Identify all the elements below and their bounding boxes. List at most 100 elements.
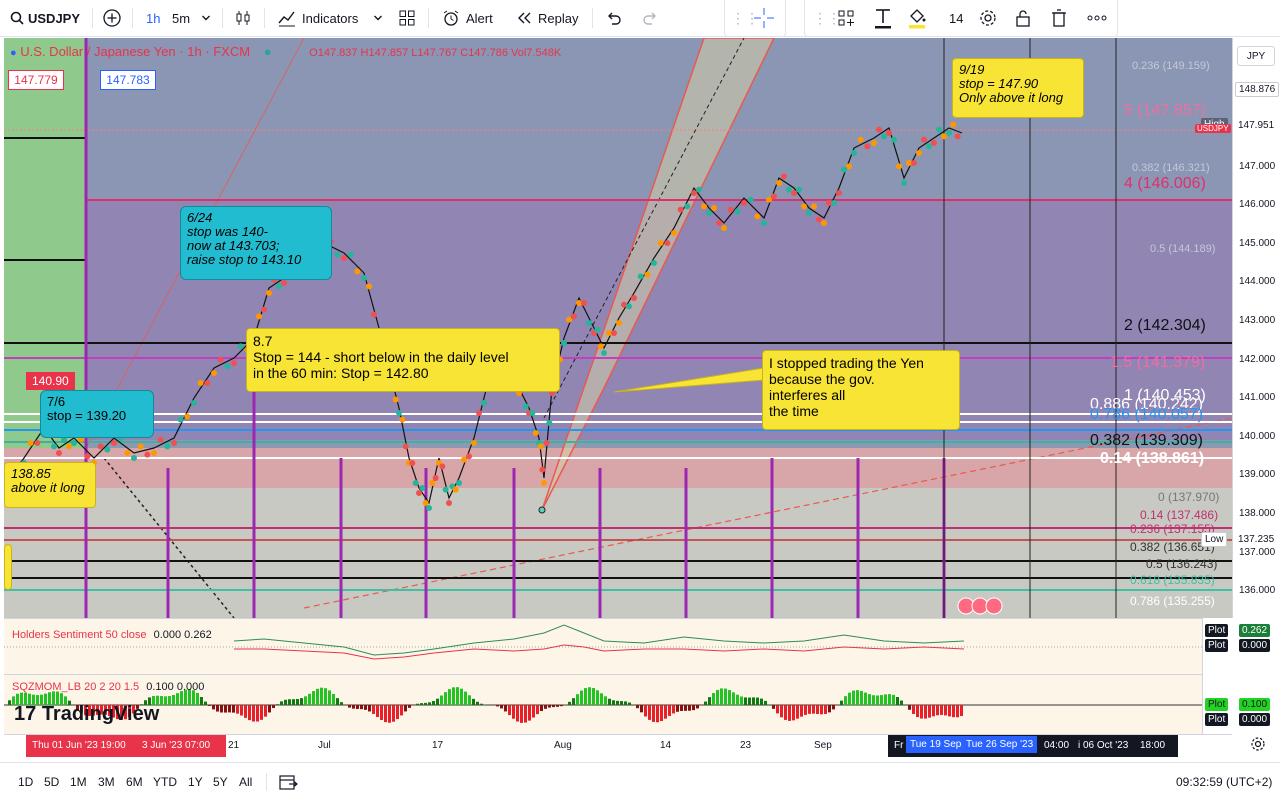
signal-dot xyxy=(836,190,842,196)
signal-dot xyxy=(796,187,802,193)
indicators-button[interactable]: Indicators xyxy=(278,0,358,36)
delete-button[interactable] xyxy=(1051,0,1067,36)
interval-dropdown[interactable] xyxy=(201,0,211,36)
price-tick: 145.000 xyxy=(1239,238,1275,249)
range-6m[interactable]: 6M xyxy=(126,763,143,801)
momentum-bar xyxy=(512,705,515,719)
holders-sentiment-pane[interactable]: Holders Sentiment 50 close 0.000 0.262 xyxy=(4,618,1202,675)
signal-dot xyxy=(256,313,262,319)
range-3m[interactable]: 3M xyxy=(98,763,115,801)
momentum-bar xyxy=(336,698,339,705)
momentum-bar xyxy=(404,705,407,711)
note-top-right[interactable]: 9/19 stop = 147.90 Only above it long xyxy=(952,58,1084,118)
chart-settings-button[interactable] xyxy=(1250,736,1266,757)
usd-flag-icon: ● xyxy=(10,47,17,59)
momentum-bar xyxy=(648,705,651,720)
range-1y[interactable]: 1Y xyxy=(188,763,203,801)
plot-label: Plot xyxy=(1205,698,1228,711)
legend-title[interactable]: U.S. Dollar / Japanese Yen · 1h · FXCM xyxy=(20,44,250,59)
momentum-bar xyxy=(692,705,695,710)
signal-dot xyxy=(786,187,792,193)
momentum-bar xyxy=(352,705,355,709)
momentum-bar xyxy=(220,705,223,712)
indicator-axis[interactable]: Plot 0.262 Plot 0.000 Plot 0.100 Plot 0.… xyxy=(1202,618,1280,734)
signal-dot xyxy=(419,485,425,491)
range-1m[interactable]: 1M xyxy=(70,763,87,801)
momentum-bar xyxy=(608,699,611,705)
signal-dot xyxy=(946,130,952,136)
momentum-bar xyxy=(328,690,331,705)
note-138-85[interactable]: 138.85 above it long xyxy=(4,462,96,508)
momentum-bar xyxy=(208,705,211,706)
signal-dot xyxy=(71,440,77,446)
alarm-clock-icon xyxy=(442,9,460,27)
undo-button[interactable] xyxy=(606,0,622,36)
squeeze-momentum-pane[interactable]: SQZMOM_LB 20 2 20 1.5 0.100 0.000 17 Tra… xyxy=(4,674,1202,735)
momentum-bar xyxy=(736,695,739,705)
lock-button[interactable] xyxy=(1015,0,1031,36)
momentum-bar xyxy=(880,695,883,705)
plot-label: Plot xyxy=(1205,624,1228,637)
chart-legend: ● U.S. Dollar / Japanese Yen · 1h · FXCM… xyxy=(10,44,561,59)
buy-price-button[interactable]: 147.783 xyxy=(100,70,156,90)
chart-type-button[interactable] xyxy=(234,0,252,36)
note-cyan-7-6[interactable]: 7/6 stop = 139.20 xyxy=(40,390,154,438)
alert-button[interactable]: Alert xyxy=(442,0,493,36)
sell-price-button[interactable]: 147.779 xyxy=(8,70,64,90)
more-button[interactable] xyxy=(1087,0,1107,36)
momentum-bar xyxy=(944,705,947,715)
range-5y[interactable]: 5Y xyxy=(213,763,228,801)
momentum-bar xyxy=(772,705,775,709)
signal-dot xyxy=(399,417,405,423)
note-8-7[interactable]: 8.7 Stop = 144 - short below in the dail… xyxy=(246,328,560,392)
settings-button[interactable] xyxy=(979,0,997,36)
momentum-bar xyxy=(528,705,531,721)
fib-label-5: 5 (147.857) xyxy=(1124,102,1206,120)
signal-dot xyxy=(916,150,922,156)
fill-color-button[interactable] xyxy=(907,0,927,36)
interval-5m[interactable]: 5m xyxy=(172,0,190,36)
symbol-search[interactable]: USDJPY xyxy=(10,0,80,36)
momentum-bar xyxy=(256,705,259,722)
range-5d[interactable]: 5D xyxy=(44,763,59,801)
currency-selector[interactable]: JPY xyxy=(1237,46,1275,66)
momentum-bar xyxy=(960,705,963,716)
squeeze-name[interactable]: SQZMOM_LB 20 2 20 1.5 xyxy=(12,681,139,693)
note-stopped-trading[interactable]: I stopped trading the Yen because the go… xyxy=(762,350,960,430)
note-partial-left[interactable] xyxy=(4,544,12,590)
signal-dot xyxy=(533,430,539,436)
momentum-bar xyxy=(240,705,243,716)
signal-dot xyxy=(151,450,157,456)
compare-button[interactable] xyxy=(102,0,122,36)
sentiment-name[interactable]: Holders Sentiment 50 close xyxy=(12,629,147,641)
channel-anchor-dot[interactable] xyxy=(539,507,545,513)
font-size-value[interactable]: 14 xyxy=(949,0,963,36)
range-all[interactable]: All xyxy=(239,763,252,801)
event-flag-icon[interactable] xyxy=(986,598,1002,614)
note-cyan-6-24[interactable]: 6/24 stop was 140- now at 143.703; raise… xyxy=(180,206,332,280)
text-tool-button[interactable] xyxy=(873,0,893,36)
object-tree-button[interactable] xyxy=(837,0,855,36)
momentum-bar xyxy=(668,705,671,716)
range-1d[interactable]: 1D xyxy=(18,763,33,801)
time-axis[interactable]: Thu 01 Jun '23 19:00 3 Jun '23 07:00 21 … xyxy=(4,734,1232,757)
price-axis[interactable]: JPY 148.876 High 147.951 USDJPY Low 137.… xyxy=(1232,38,1280,618)
crosshair-button[interactable] xyxy=(753,0,775,36)
fib-label-0786: 0.786 (140.057) xyxy=(1090,406,1203,424)
signal-dot xyxy=(741,200,747,206)
templates-button[interactable] xyxy=(398,0,416,36)
redo-button[interactable] xyxy=(642,0,658,36)
price-tick: 140.000 xyxy=(1239,431,1275,442)
clock-timezone[interactable]: 09:32:59 (UTC+2) xyxy=(1176,763,1272,801)
range-ytd[interactable]: YTD xyxy=(153,763,177,801)
momentum-bar xyxy=(260,705,263,720)
signal-dot xyxy=(638,273,644,279)
goto-date-button[interactable] xyxy=(278,763,298,801)
interval-1h[interactable]: 1h xyxy=(146,0,160,36)
replay-button[interactable]: Replay xyxy=(516,0,578,36)
drawing-toolbar: ⋮⋮ 14 xyxy=(804,0,1118,37)
indicators-dropdown[interactable] xyxy=(373,0,383,36)
main-chart[interactable]: ● U.S. Dollar / Japanese Yen · 1h · FXCM… xyxy=(4,38,1232,618)
chart-canvas[interactable] xyxy=(4,38,1232,618)
momentum-bar xyxy=(740,696,743,705)
